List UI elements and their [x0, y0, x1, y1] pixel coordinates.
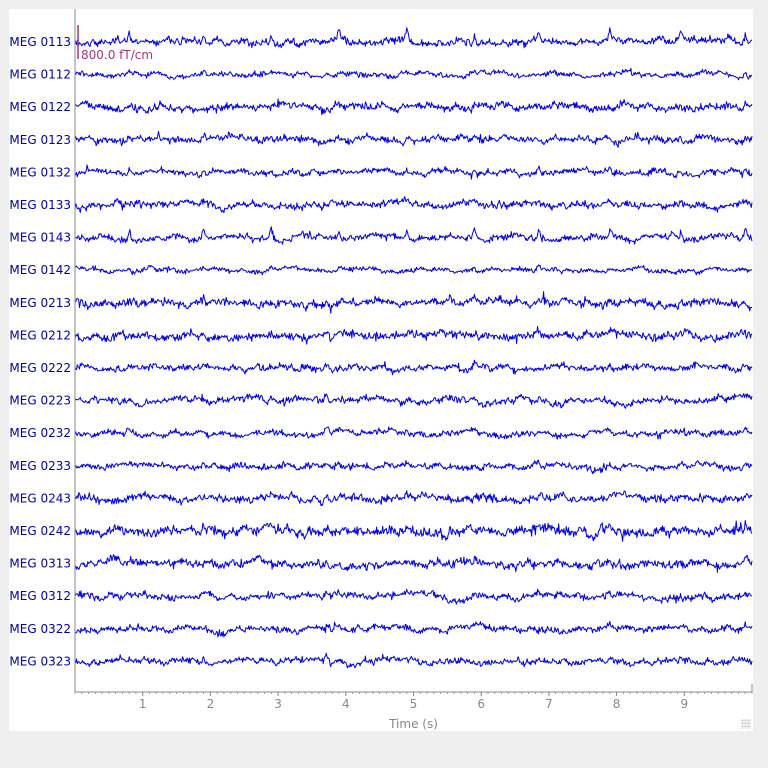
trace-meg-0112 [74, 67, 753, 81]
x-tick-label: 1 [139, 697, 147, 711]
channel-label: MEG 0212 [9, 328, 71, 342]
channel-label: MEG 0233 [9, 459, 71, 473]
trace-meg-0323 [74, 652, 753, 669]
trace-meg-0133 [74, 196, 753, 214]
x-tick-label: 2 [207, 697, 215, 711]
channel-label: MEG 0322 [9, 622, 71, 636]
channel-label: MEG 0143 [9, 231, 71, 245]
trace-meg-0132 [74, 164, 753, 180]
channel-label: MEG 0123 [9, 133, 71, 147]
x-tick-label: 6 [477, 697, 485, 711]
scale-bar: 800.0 fT/cm [77, 25, 153, 62]
x-tick-label: 8 [613, 697, 621, 711]
scale-bar-label: 800.0 fT/cm [81, 48, 153, 62]
x-tick-label: 3 [274, 697, 282, 711]
channel-label: MEG 0113 [9, 35, 71, 49]
trace-meg-0222 [74, 359, 753, 376]
x-tick-label: 7 [545, 697, 553, 711]
channel-label: MEG 0243 [9, 491, 71, 505]
channel-label: MEG 0112 [9, 68, 71, 82]
trace-meg-0322 [74, 620, 753, 638]
trace-meg-0123 [74, 130, 753, 148]
figure-canvas: MEG 0113 MEG 0112 MEG 0122 MEG 0123 MEG 0132… [9, 9, 753, 731]
traces-group [74, 27, 753, 669]
trace-meg-0143 [74, 226, 753, 245]
trace-meg-0233 [74, 459, 753, 475]
trace-meg-0213 [74, 291, 753, 314]
trace-meg-0243 [74, 490, 753, 507]
trace-meg-0212 [74, 325, 753, 345]
trace-meg-0142 [74, 264, 753, 276]
trace-meg-0313 [74, 554, 753, 573]
x-tick-label: 5 [410, 697, 418, 711]
channel-label: MEG 0222 [9, 361, 71, 375]
trace-meg-0232 [74, 426, 753, 440]
channel-label: MEG 0323 [9, 654, 71, 668]
resize-grip-icon[interactable] [741, 719, 751, 729]
x-tick-label: 9 [680, 697, 688, 711]
trace-meg-0242 [74, 520, 753, 542]
x-tick-labels: 1 2 3 4 5 6 7 8 9 [139, 697, 688, 711]
channel-label: MEG 0223 [9, 394, 71, 408]
trace-meg-0113 [74, 27, 753, 49]
channel-label: MEG 0242 [9, 524, 71, 538]
channel-labels-group: MEG 0113 MEG 0112 MEG 0122 MEG 0123 MEG 0132… [9, 35, 71, 668]
channel-label: MEG 0313 [9, 557, 71, 571]
channel-label: MEG 0312 [9, 589, 71, 603]
trace-meg-0312 [74, 588, 753, 605]
x-tick-label: 4 [342, 697, 350, 711]
x-axis-title: Time (s) [388, 717, 438, 731]
meg-raw-plot: MEG 0113 MEG 0112 MEG 0122 MEG 0123 MEG 0132… [9, 9, 753, 731]
channel-label: MEG 0133 [9, 198, 71, 212]
channel-label: MEG 0142 [9, 263, 71, 277]
trace-meg-0122 [74, 98, 753, 116]
channel-label: MEG 0132 [9, 165, 71, 179]
channel-label: MEG 0122 [9, 100, 71, 114]
trace-meg-0223 [74, 393, 753, 409]
channel-label: MEG 0232 [9, 426, 71, 440]
channel-label: MEG 0213 [9, 296, 71, 310]
